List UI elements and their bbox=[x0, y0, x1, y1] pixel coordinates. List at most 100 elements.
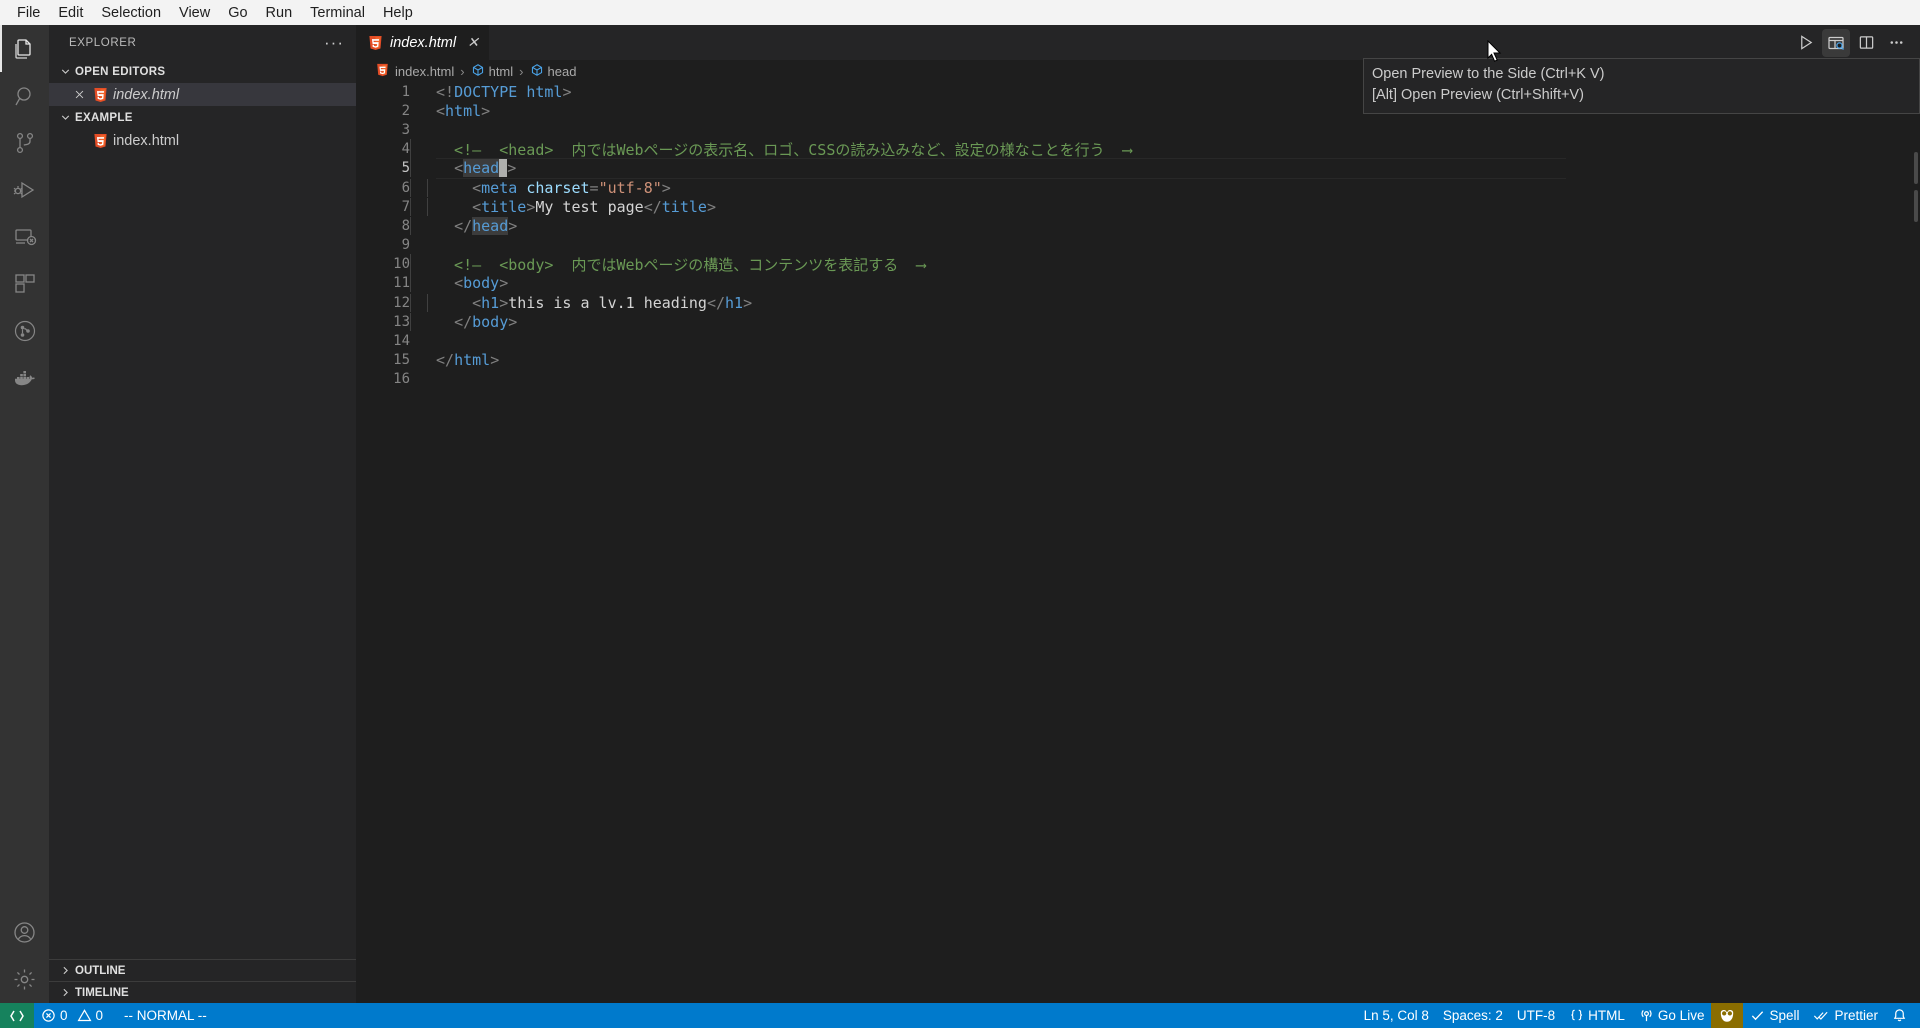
warning-triangle-icon bbox=[77, 1008, 92, 1023]
menu-item-file[interactable]: File bbox=[8, 2, 49, 24]
code-token bbox=[517, 179, 526, 197]
source-control-icon[interactable] bbox=[0, 119, 49, 166]
open-preview-side-icon[interactable] bbox=[1822, 29, 1850, 57]
code-line[interactable]: 14 bbox=[356, 331, 1920, 350]
breadcrumb-item-file[interactable]: index.html bbox=[376, 63, 454, 79]
code-line-content[interactable]: <!— <body> 内ではWebページの構造、コンテンツを表記する ⟶ bbox=[410, 254, 925, 275]
code-line-content[interactable]: </body> bbox=[410, 313, 517, 331]
status-go-live[interactable]: Go Live bbox=[1632, 1003, 1712, 1028]
menu-item-view[interactable]: View bbox=[170, 2, 219, 24]
code-line-content[interactable]: <meta charset="utf-8"> bbox=[410, 179, 671, 197]
accounts-icon[interactable] bbox=[0, 909, 49, 956]
code-line[interactable]: 13 </body> bbox=[356, 312, 1920, 331]
search-icon[interactable] bbox=[0, 72, 49, 119]
code-line[interactable]: 7 <title>My test page</title> bbox=[356, 197, 1920, 216]
run-code-icon[interactable] bbox=[1792, 29, 1820, 57]
code-line[interactable]: 15</html> bbox=[356, 351, 1920, 370]
indent-guide bbox=[410, 274, 411, 292]
status-language-mode[interactable]: HTML bbox=[1562, 1003, 1632, 1028]
minimap-scrollbar[interactable] bbox=[1910, 82, 1920, 1003]
code-line-content[interactable]: </head> bbox=[410, 217, 517, 235]
menu-item-help[interactable]: Help bbox=[374, 2, 422, 24]
code-line[interactable]: 12 <h1>this is a lv.1 heading</h1> bbox=[356, 293, 1920, 312]
menu-item-run[interactable]: Run bbox=[257, 2, 302, 24]
status-language-mode-label: HTML bbox=[1588, 1008, 1625, 1023]
code-line[interactable]: 16 bbox=[356, 370, 1920, 389]
tab-index-html[interactable]: index.html ✕ bbox=[356, 25, 490, 60]
menu-item-terminal[interactable]: Terminal bbox=[301, 2, 374, 24]
tab-close-icon[interactable]: ✕ bbox=[467, 34, 479, 51]
status-vim-mode[interactable]: -- NORMAL -- bbox=[110, 1003, 214, 1028]
breadcrumb-item-head[interactable]: head bbox=[530, 63, 577, 80]
menu-item-selection[interactable]: Selection bbox=[92, 2, 170, 24]
extensions-icon[interactable] bbox=[0, 260, 49, 307]
code-token: > bbox=[562, 83, 571, 101]
code-line[interactable]: 4 <!— <head> 内ではWebページの表示名、ロゴ、CSSの読み込みなど… bbox=[356, 140, 1920, 159]
panel-outline[interactable]: OUTLINE bbox=[49, 959, 356, 981]
code-line-content[interactable]: <!DOCTYPE html> bbox=[410, 83, 571, 101]
close-icon[interactable] bbox=[71, 87, 87, 103]
sidebar-more-actions-icon[interactable]: ··· bbox=[324, 38, 344, 48]
code-token: </ bbox=[436, 351, 454, 369]
split-editor-icon[interactable] bbox=[1852, 29, 1880, 57]
section-example-label: EXAMPLE bbox=[75, 112, 133, 124]
status-cursor-position-label: Ln 5, Col 8 bbox=[1364, 1008, 1429, 1023]
settings-gear-icon[interactable] bbox=[0, 956, 49, 1003]
code-editor[interactable]: 1<!DOCTYPE html>2<html>34 <!— <head> 内では… bbox=[356, 82, 1920, 1003]
code-line-content[interactable]: <head> bbox=[410, 159, 516, 177]
status-spell-checker[interactable]: Spell bbox=[1743, 1003, 1806, 1028]
docker-icon[interactable] bbox=[0, 354, 49, 401]
status-prettier[interactable]: Prettier bbox=[1806, 1003, 1885, 1028]
indent-guide bbox=[427, 198, 428, 216]
code-line[interactable]: 10 <!— <body> 内ではWebページの構造、コンテンツを表記する ⟶ bbox=[356, 255, 1920, 274]
code-line[interactable]: 8 </head> bbox=[356, 216, 1920, 235]
code-token: </ bbox=[644, 198, 662, 216]
bell-icon bbox=[1892, 1008, 1907, 1023]
activity-bar bbox=[0, 25, 49, 1003]
code-token bbox=[436, 313, 454, 331]
code-line-content[interactable]: <title>My test page</title> bbox=[410, 198, 716, 216]
status-encoding-label: UTF-8 bbox=[1517, 1008, 1555, 1023]
menu-item-edit[interactable]: Edit bbox=[49, 2, 92, 24]
run-debug-icon[interactable] bbox=[0, 166, 49, 213]
open-editor-item-index-html[interactable]: index.html bbox=[49, 83, 356, 106]
explorer-icon[interactable] bbox=[0, 25, 49, 72]
code-line[interactable]: 9 bbox=[356, 236, 1920, 255]
remote-indicator[interactable] bbox=[0, 1003, 34, 1028]
code-line[interactable]: 6 <meta charset="utf-8"> bbox=[356, 178, 1920, 197]
status-notifications[interactable] bbox=[1885, 1003, 1914, 1028]
code-line-content[interactable]: <h1>this is a lv.1 heading</h1> bbox=[410, 294, 752, 312]
status-indentation[interactable]: Spaces: 2 bbox=[1436, 1003, 1510, 1028]
section-example[interactable]: EXAMPLE bbox=[49, 106, 356, 129]
code-line-content[interactable]: <html> bbox=[410, 102, 490, 120]
code-line[interactable]: 11 <body> bbox=[356, 274, 1920, 293]
code-token: title bbox=[662, 198, 707, 216]
panel-timeline[interactable]: TIMELINE bbox=[49, 981, 356, 1003]
line-number: 12 bbox=[356, 295, 410, 311]
minimap-slider[interactable] bbox=[1914, 190, 1918, 222]
status-spell-checker-label: Spell bbox=[1769, 1008, 1799, 1023]
menu-item-go[interactable]: Go bbox=[219, 2, 256, 24]
code-token: = bbox=[590, 179, 599, 197]
code-token: > bbox=[526, 198, 535, 216]
open-editor-label: index.html bbox=[113, 87, 179, 103]
status-problems[interactable]: 0 0 bbox=[34, 1003, 110, 1028]
sidebar-bottom-panels: OUTLINE TIMELINE bbox=[49, 959, 356, 1003]
code-line[interactable]: 3 bbox=[356, 120, 1920, 139]
gitlens-icon[interactable] bbox=[0, 307, 49, 354]
check-icon bbox=[1750, 1008, 1765, 1023]
code-line[interactable]: 5 <head> bbox=[356, 159, 1920, 178]
code-line-content[interactable]: <!— <head> 内ではWebページの表示名、ロゴ、CSSの読み込みなど、設… bbox=[410, 139, 1132, 160]
status-owl-theme[interactable] bbox=[1711, 1003, 1743, 1028]
code-line-content[interactable]: </html> bbox=[410, 351, 499, 369]
remote-explorer-icon[interactable] bbox=[0, 213, 49, 260]
minimap-slider[interactable] bbox=[1914, 152, 1918, 184]
status-encoding[interactable]: UTF-8 bbox=[1510, 1003, 1562, 1028]
breadcrumb-item-html[interactable]: html bbox=[471, 63, 514, 80]
code-token bbox=[436, 179, 472, 197]
code-line-content[interactable]: <body> bbox=[410, 274, 508, 292]
section-open-editors[interactable]: OPEN EDITORS bbox=[49, 60, 356, 83]
file-item-index-html[interactable]: index.html bbox=[49, 129, 356, 152]
more-actions-icon[interactable] bbox=[1882, 29, 1910, 57]
status-cursor-position[interactable]: Ln 5, Col 8 bbox=[1357, 1003, 1436, 1028]
